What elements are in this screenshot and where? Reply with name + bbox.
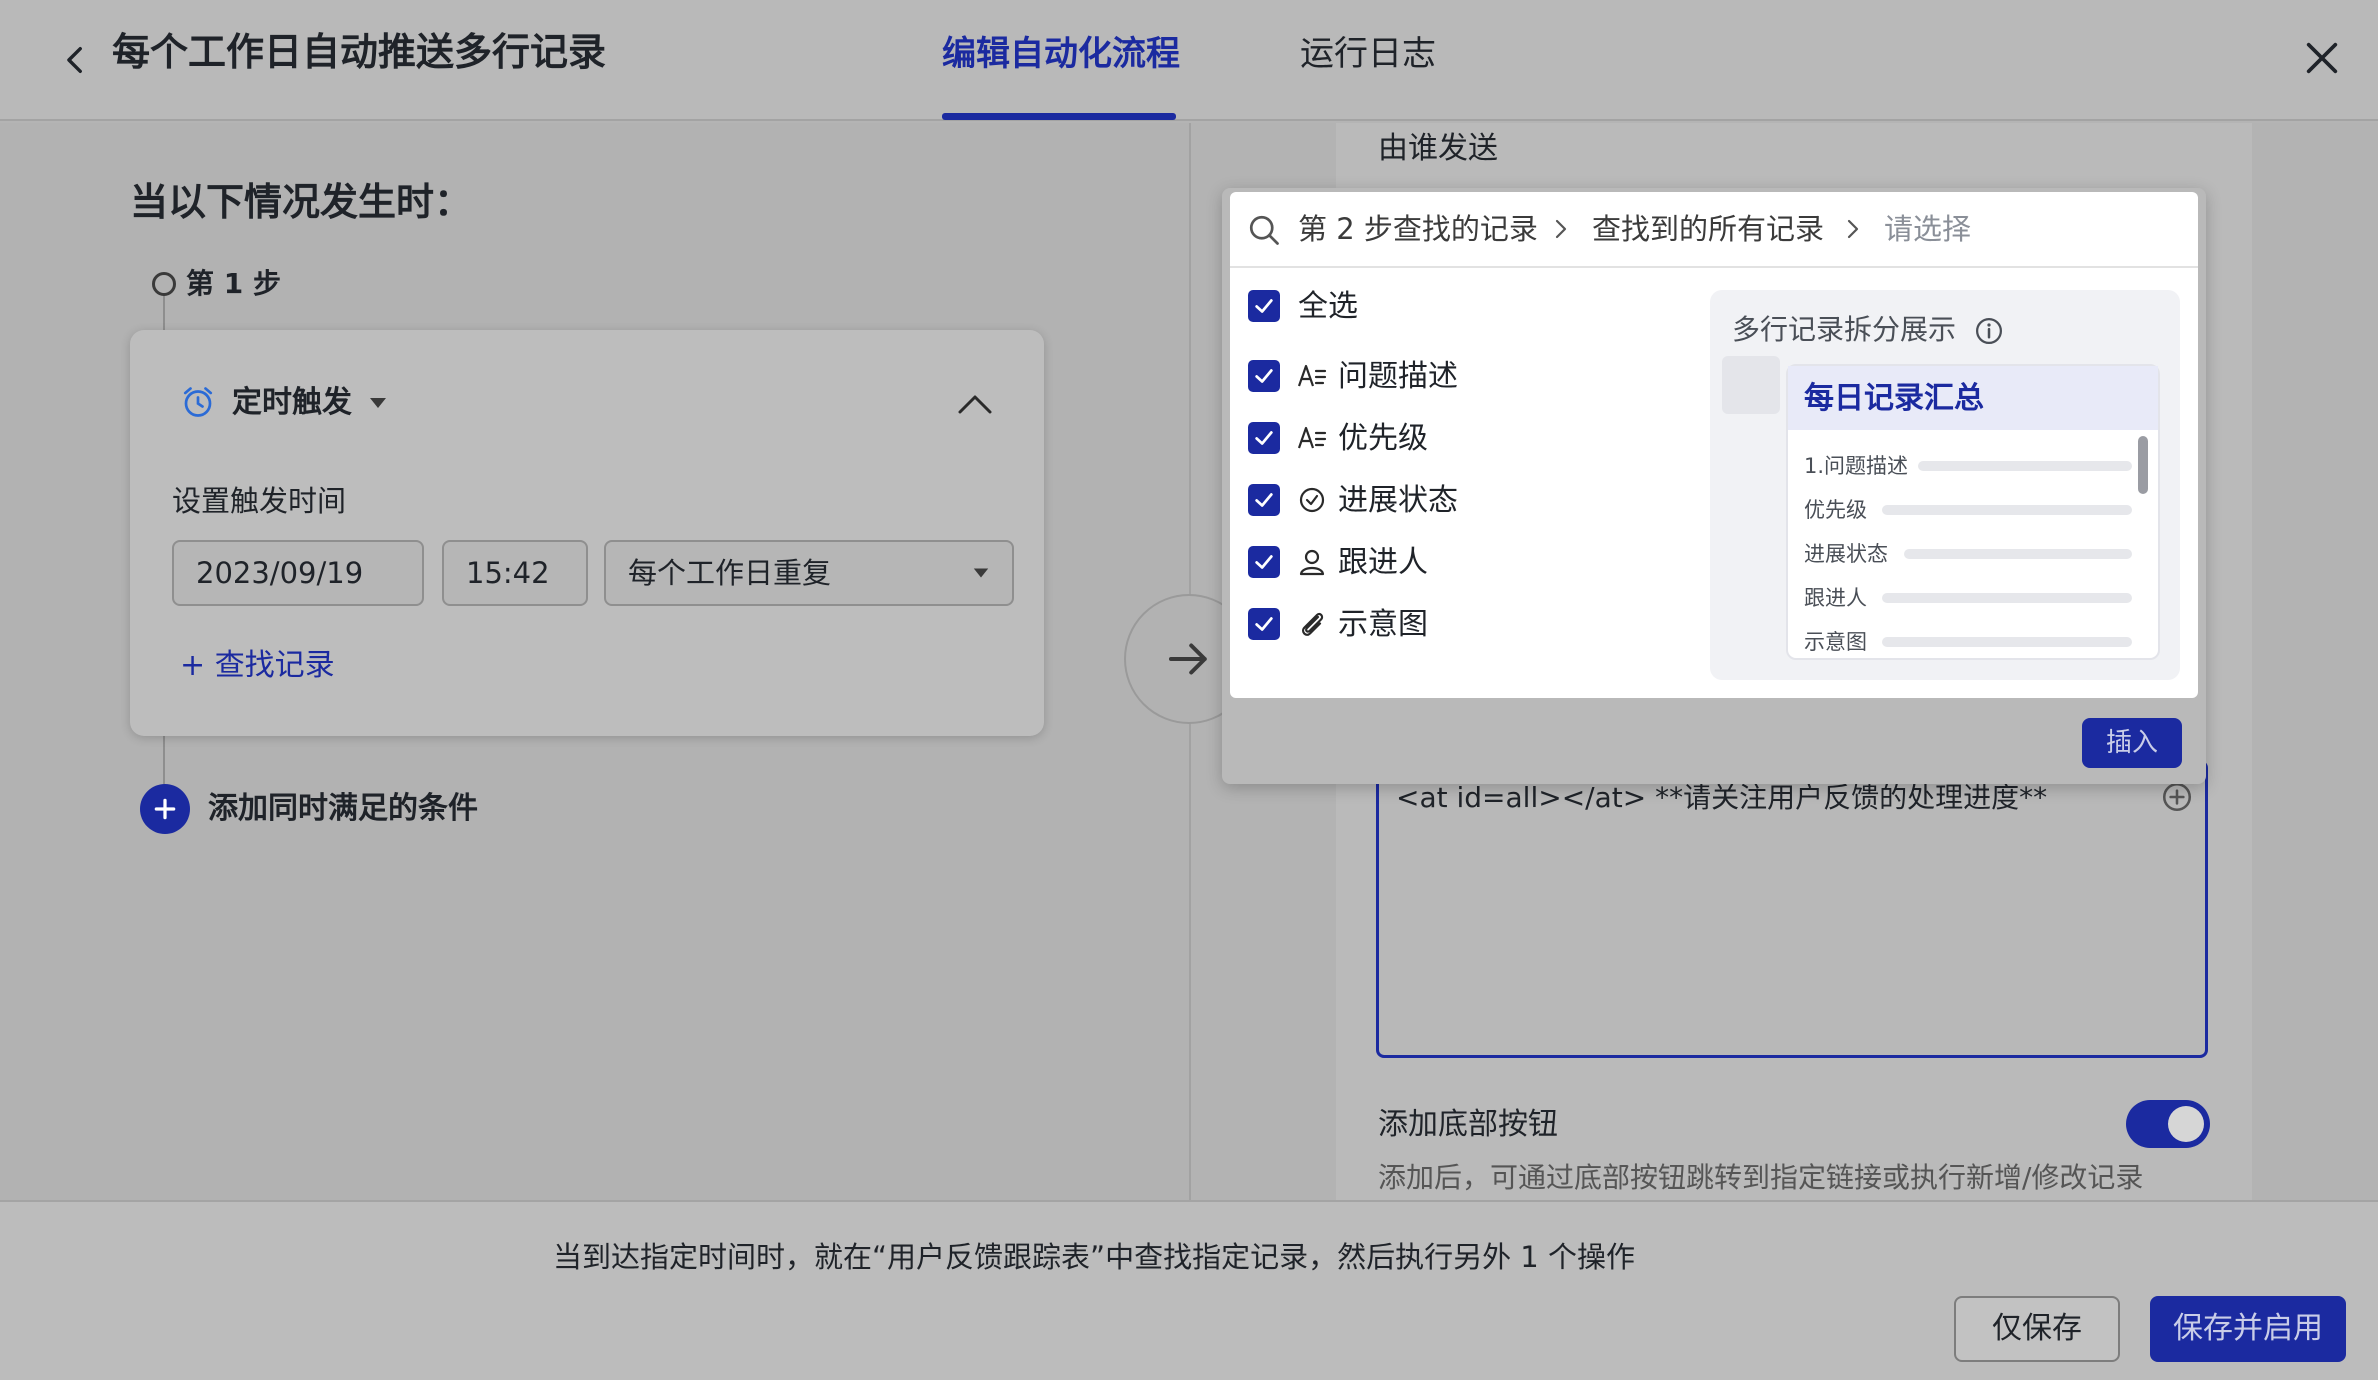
field-checkbox[interactable]	[1248, 484, 1280, 516]
preview-card-title: 每日记录汇总	[1804, 381, 1984, 416]
close-button[interactable]	[2286, 22, 2358, 94]
preview-title: 多行记录拆分展示	[1732, 313, 1957, 346]
caret-down-icon	[973, 568, 989, 578]
field-checkbox[interactable]	[1248, 546, 1280, 578]
preview-row-bar	[1882, 593, 2132, 603]
step-label: 第 1 步	[186, 267, 281, 300]
checkmark-icon	[1255, 555, 1273, 569]
page-title: 每个工作日自动推送多行记录	[112, 30, 607, 74]
add-bottom-button-desc: 添加后，可通过底部按钮跳转到指定链接或执行新增/修改记录	[1378, 1161, 2144, 1194]
insert-field-icon[interactable]	[2160, 780, 2194, 814]
preview-row-bar	[1882, 505, 2132, 515]
flow-summary: 当到达指定时间时，就在“用户反馈跟踪表”中查找指定记录，然后执行另外 1 个操作	[553, 1240, 1635, 1274]
toggle-knob	[2168, 1106, 2204, 1142]
breadcrumb-please-select: 请选择	[1884, 212, 1972, 246]
preview-row-bar	[1904, 549, 2132, 559]
checkmark-icon	[1255, 493, 1273, 507]
plus-icon: +	[180, 648, 215, 683]
breadcrumb-all-records[interactable]: 查找到的所有记录	[1592, 208, 1824, 250]
preview-row-bar	[1918, 461, 2132, 471]
step-dot	[152, 272, 176, 296]
preview-row-label: 优先级	[1804, 498, 1867, 522]
close-icon	[2306, 42, 2338, 74]
checkmark-icon	[1255, 369, 1273, 383]
add-bottom-button-label: 添加底部按钮	[1378, 1107, 1558, 1142]
field-checkbox[interactable]	[1248, 422, 1280, 454]
field-label-image[interactable]: 示意图	[1338, 604, 1428, 646]
info-icon[interactable]	[1974, 316, 2004, 346]
save-and-enable-button[interactable]: 保存并启用	[2150, 1296, 2346, 1362]
find-record-label: 查找记录	[214, 648, 335, 683]
search-divider	[1230, 266, 2198, 268]
add-condition-label[interactable]: 添加同时满足的条件	[208, 788, 478, 830]
field-checkbox[interactable]	[1248, 608, 1280, 640]
back-button[interactable]	[44, 28, 108, 92]
date-input[interactable]: 2023/09/19	[172, 540, 424, 606]
right-gutter	[2252, 123, 2378, 1200]
checkmark-icon	[1255, 299, 1273, 313]
sender-label: 由谁发送	[1378, 131, 1498, 166]
breadcrumb-step2-records[interactable]: 第 2 步查找的记录	[1298, 208, 1538, 250]
chevron-right-icon	[1555, 219, 1567, 239]
field-label-status[interactable]: 进展状态	[1338, 480, 1458, 522]
arrow-right-icon	[1168, 643, 1207, 675]
message-text: <at id=all></at> **请关注用户反馈的处理进度**	[1396, 781, 2048, 814]
preview-row-label: 进展状态	[1804, 542, 1888, 566]
tab-run-log[interactable]: 运行日志	[1300, 30, 1436, 78]
when-heading: 当以下情况发生时：	[130, 180, 473, 224]
preview-scrollbar[interactable]	[2138, 436, 2148, 494]
checkmark-icon	[1255, 617, 1273, 631]
text-field-icon	[1297, 364, 1327, 387]
field-label-assignee[interactable]: 跟进人	[1338, 542, 1428, 584]
tab-edit-flow[interactable]: 编辑自动化流程	[942, 30, 1180, 78]
text-field-icon	[1297, 426, 1327, 449]
preview-row-label: 跟进人	[1804, 586, 1867, 610]
preview-row-label: 1.问题描述	[1804, 454, 1909, 478]
preview-ghost-card	[1722, 356, 1780, 414]
chevron-up-icon[interactable]	[950, 382, 1000, 426]
time-input[interactable]: 15:42	[442, 540, 588, 606]
trigger-type-label[interactable]: 定时触发	[232, 382, 352, 424]
add-condition-button[interactable]	[140, 784, 190, 834]
preview-row-label: 示意图	[1804, 630, 1867, 654]
select-all-label[interactable]: 全选	[1298, 286, 1358, 328]
chevron-right-icon	[1847, 219, 1859, 239]
set-trigger-time-label: 设置触发时间	[172, 484, 347, 518]
person-icon	[1299, 549, 1325, 576]
find-record-link[interactable]: + 查找记录	[180, 645, 335, 687]
active-tab-indicator	[942, 113, 1176, 120]
save-only-button[interactable]: 仅保存	[1954, 1296, 2120, 1362]
search-icon	[1249, 215, 1279, 245]
chevron-left-icon	[67, 46, 82, 74]
plus-icon	[154, 798, 176, 820]
checkmark-icon	[1255, 431, 1273, 445]
repeat-select[interactable]: 每个工作日重复	[604, 540, 1014, 606]
insert-button[interactable]: 插入	[2082, 718, 2182, 768]
select-all-checkbox[interactable]	[1248, 290, 1280, 322]
caret-down-icon[interactable]	[366, 393, 390, 413]
status-check-icon	[1299, 487, 1325, 513]
field-label-issue[interactable]: 问题描述	[1338, 356, 1458, 398]
field-checkbox[interactable]	[1248, 360, 1280, 392]
field-label-priority[interactable]: 优先级	[1338, 418, 1428, 460]
alarm-clock-icon	[183, 387, 213, 417]
preview-row-bar	[1882, 637, 2132, 647]
attachment-icon	[1302, 612, 1324, 636]
